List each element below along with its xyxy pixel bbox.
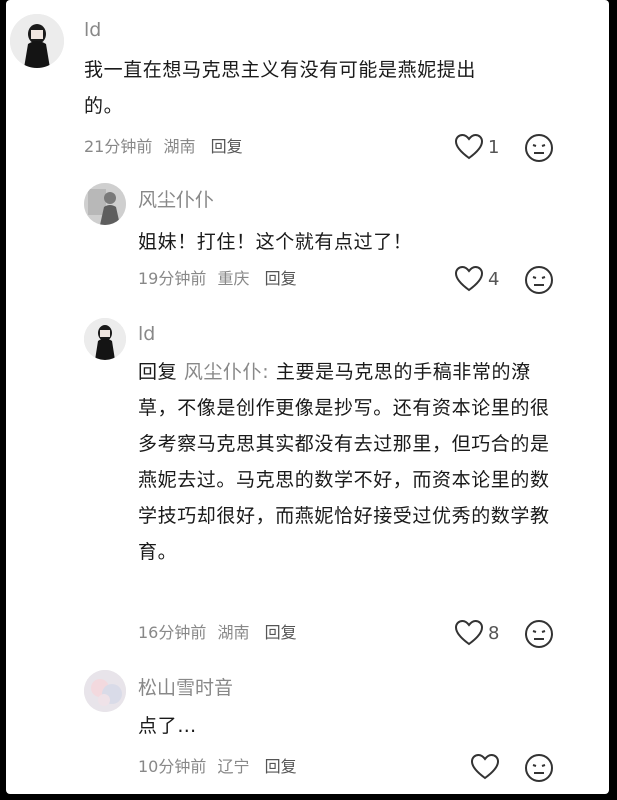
comment-meta: 16分钟前 湖南 回复	[138, 622, 303, 644]
username[interactable]: ld	[138, 322, 155, 346]
heart-icon	[454, 619, 484, 646]
heart-icon	[454, 265, 484, 292]
comment-text: 我一直在想马克思主义有没有可能是燕妮提出的。	[84, 59, 477, 117]
comment-meta: 19分钟前 重庆 回复	[138, 268, 303, 290]
like-count: 1	[488, 136, 500, 158]
neutral-face-icon	[525, 620, 553, 648]
avatar[interactable]	[84, 670, 126, 712]
username[interactable]: ld	[84, 18, 101, 42]
avatar[interactable]	[84, 318, 126, 360]
reply-prefix: 回复	[138, 361, 178, 383]
like-count: 4	[488, 268, 500, 290]
grey-figure-avatar-icon	[84, 183, 126, 225]
reply-body: 主要是马克思的手稿非常的潦草，不像是创作更像是抄写。还有资本论里的很多考察马克思…	[138, 361, 550, 563]
comment-text: 姐妹！打住！这个就有点过了！	[138, 231, 413, 253]
girl-dark-avatar-icon	[84, 318, 126, 360]
like-button[interactable]	[470, 753, 504, 781]
neutral-face-icon	[525, 266, 553, 294]
emoji-reaction-button[interactable]	[524, 133, 554, 167]
comment-text: 回复 风尘仆仆: 主要是马克思的手稿非常的潦草，不像是创作更像是抄写。还有资本论…	[138, 354, 558, 570]
emoji-reaction-button[interactable]	[524, 265, 554, 299]
like-button[interactable]: 4	[454, 265, 499, 293]
emoji-reaction-button[interactable]	[524, 619, 554, 653]
comment-text: 点了…	[138, 715, 197, 737]
comment-location: 辽宁	[217, 757, 250, 776]
heart-icon	[454, 133, 484, 160]
avatar[interactable]	[10, 14, 64, 68]
neutral-face-icon	[525, 134, 553, 162]
username[interactable]: 松山雪时音	[138, 676, 233, 700]
comment-location: 湖南	[163, 137, 196, 156]
like-button[interactable]: 8	[454, 619, 499, 647]
reply-button[interactable]: 回复	[211, 137, 243, 156]
comment-location: 重庆	[217, 269, 250, 288]
girl-dark-avatar-icon	[10, 14, 64, 68]
pastel-blur-avatar-icon	[84, 670, 126, 712]
comment-time: 19分钟前	[138, 269, 207, 288]
heart-icon	[470, 753, 500, 780]
comment-meta: 21分钟前 湖南 回复	[84, 136, 249, 158]
reply-button[interactable]: 回复	[265, 757, 297, 776]
username[interactable]: 风尘仆仆	[138, 188, 214, 212]
neutral-face-icon	[525, 754, 553, 782]
comment-location: 湖南	[217, 623, 250, 642]
like-count: 8	[488, 622, 500, 644]
reply-target-user[interactable]: 风尘仆仆:	[184, 361, 269, 383]
emoji-reaction-button[interactable]	[524, 753, 554, 787]
avatar[interactable]	[84, 183, 126, 225]
reply-button[interactable]: 回复	[265, 269, 297, 288]
reply-button[interactable]: 回复	[265, 623, 297, 642]
comment-time: 16分钟前	[138, 623, 207, 642]
comment-meta: 10分钟前 辽宁 回复	[138, 756, 303, 778]
like-button[interactable]: 1	[454, 133, 499, 161]
comment-time: 10分钟前	[138, 757, 207, 776]
comment-list: ld 我一直在想马克思主义有没有可能是燕妮提出的。 21分钟前 湖南 回复 1	[6, 0, 609, 794]
comment-time: 21分钟前	[84, 137, 153, 156]
